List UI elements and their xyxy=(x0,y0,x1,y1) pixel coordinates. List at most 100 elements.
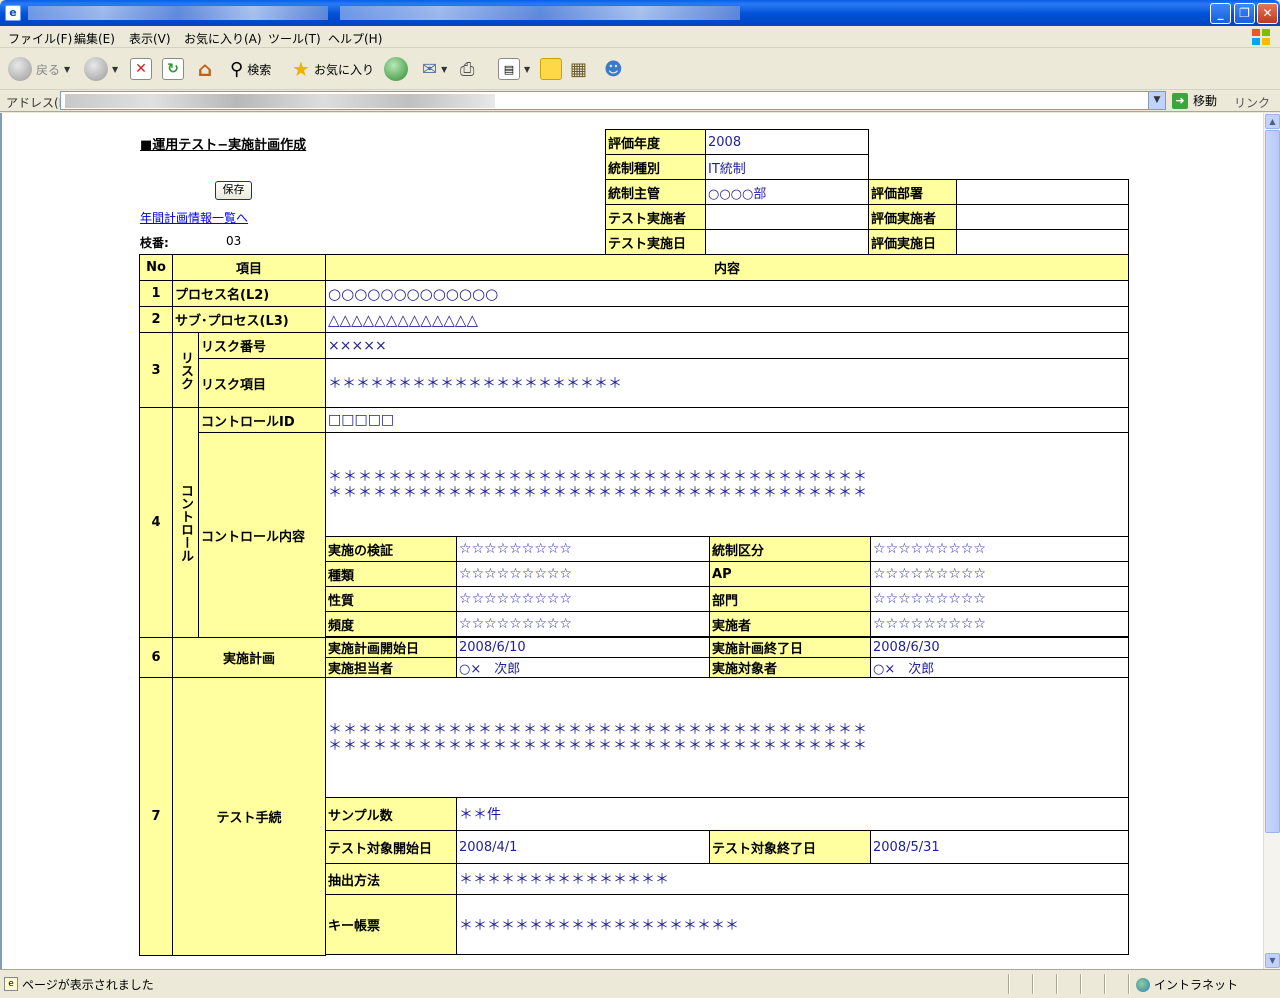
menu-view[interactable]: 表示(V) xyxy=(129,30,171,47)
edit-button[interactable]: ▤ ▼ xyxy=(498,56,530,82)
history-button[interactable] xyxy=(384,56,408,82)
test-procedure-label: テスト手続 xyxy=(171,677,327,956)
address-bar: アドレス(D) ▼ ➜ 移動 リンク » xyxy=(0,90,1280,125)
plan-target-label: 実施対象者 xyxy=(709,657,872,678)
search-icon: ⚲ xyxy=(230,58,244,80)
chevron-down-icon[interactable]: ▼ xyxy=(524,65,530,74)
risk-item-value: ＊＊＊＊＊＊＊＊＊＊＊＊＊＊＊＊＊＊＊＊＊ xyxy=(325,358,1130,408)
stop-button[interactable]: ✕ xyxy=(130,56,152,82)
messenger-button[interactable]: ☻ xyxy=(604,56,623,82)
row-no: 1 xyxy=(139,280,173,307)
status-bar: e ページが表示されました イントラネット xyxy=(0,969,1280,998)
frequency-value: ☆☆☆☆☆☆☆☆☆ xyxy=(456,611,711,637)
nature-label: 性質 xyxy=(325,586,458,612)
home-button[interactable]: ⌂ xyxy=(194,56,216,82)
plan-end-value: 2008/6/30 xyxy=(870,637,1130,658)
page-done-icon: e xyxy=(4,977,18,991)
key-doc-label: キー帳票 xyxy=(325,894,458,955)
year-value: 2008 xyxy=(705,129,869,155)
forward-arrow-icon xyxy=(84,57,108,81)
home-icon: ⌂ xyxy=(197,57,213,81)
subprocess-value: △△△△△△△△△△△△△ xyxy=(325,306,1130,333)
close-button[interactable]: ✕ xyxy=(1257,3,1278,24)
address-input[interactable]: ▼ xyxy=(60,91,1166,110)
menu-tools[interactable]: ツール(T) xyxy=(268,30,321,47)
header-no: No xyxy=(139,254,173,281)
extract-value: ＊＊＊＊＊＊＊＊＊＊＊＊＊＊＊ xyxy=(456,863,1130,895)
table-row: 1 プロセス名(L2) ○○○○○○○○○○○○○ xyxy=(139,280,1130,307)
page-viewport: ■運用テスト−実施計画作成 保存 年間計画情報一覧へ 枝番: 03 評価年度 2… xyxy=(0,113,1263,969)
history-icon xyxy=(384,57,408,81)
save-button[interactable]: 保存 xyxy=(215,181,252,200)
favorites-button[interactable]: ★ お気に入り xyxy=(292,56,374,82)
control-type-value: IT統制 xyxy=(705,154,869,180)
subprocess-label: サブ･プロセス(L3) xyxy=(171,306,327,333)
browser-window: e _ ❐ ✕ ファイル(F) 編集(E) 表示(V) お気に入り(A) ツール… xyxy=(0,0,1280,998)
key-doc-value: ＊＊＊＊＊＊＊＊＊＊＊＊＊＊＊＊＊＊＊＊ xyxy=(456,894,1130,955)
print-button[interactable]: ⎙ xyxy=(460,56,474,82)
menu-file[interactable]: ファイル(F) xyxy=(8,30,72,47)
vertical-scrollbar[interactable]: ▲ ▼ xyxy=(1263,113,1280,969)
plan-end-label: 実施計画終了日 xyxy=(709,637,872,658)
minimize-button[interactable]: _ xyxy=(1210,3,1231,24)
kind-value: ☆☆☆☆☆☆☆☆☆ xyxy=(456,561,711,587)
menu-bar: ファイル(F) 編集(E) 表示(V) お気に入り(A) ツール(T) ヘルプ(… xyxy=(0,26,1280,48)
annual-plan-link[interactable]: 年間計画情報一覧へ xyxy=(140,209,248,226)
test-end-value: 2008/5/31 xyxy=(870,830,1130,864)
table-row: 7 テスト手続 ＊＊＊＊＊＊＊＊＊＊＊＊＊＊＊＊＊＊＊＊＊＊＊＊＊＊＊＊＊＊＊＊… xyxy=(139,677,1130,956)
chevron-down-icon[interactable]: ▼ xyxy=(1148,92,1165,109)
plan-person-value: ○× 次郎 xyxy=(456,657,711,678)
table-row: 2 サブ･プロセス(L3) △△△△△△△△△△△△△ xyxy=(139,306,1130,333)
test-date-label: テスト実施日 xyxy=(605,229,706,255)
back-button[interactable]: 戻る ▼ xyxy=(8,56,70,82)
security-zone: イントラネット xyxy=(1136,976,1238,993)
page-title: ■運用テスト−実施計画作成 xyxy=(140,138,307,153)
note-icon xyxy=(540,58,562,80)
control-id-value: □□□□□ xyxy=(325,407,1130,433)
test-procedure-value: ＊＊＊＊＊＊＊＊＊＊＊＊＊＊＊＊＊＊＊＊＊＊＊＊＊＊＊＊＊＊＊＊＊＊＊＊ ＊＊＊… xyxy=(325,677,1130,798)
scroll-thumb[interactable] xyxy=(1265,130,1280,833)
scroll-down-icon[interactable]: ▼ xyxy=(1265,953,1280,968)
executor-value: ☆☆☆☆☆☆☆☆☆ xyxy=(870,611,1130,637)
row-no: 7 xyxy=(139,677,173,956)
frequency-label: 頻度 xyxy=(325,611,458,637)
refresh-button[interactable]: ↻ xyxy=(162,56,184,82)
sample-label: サンプル数 xyxy=(325,797,458,831)
eval-date-label: 評価実施日 xyxy=(868,229,957,255)
table-row: リスク項目 ＊＊＊＊＊＊＊＊＊＊＊＊＊＊＊＊＊＊＊＊＊ xyxy=(140,358,1130,408)
chevron-down-icon[interactable]: ▼ xyxy=(64,65,70,74)
blurred-url xyxy=(65,94,495,108)
go-arrow-icon: ➜ xyxy=(1172,92,1188,109)
discuss-button[interactable] xyxy=(540,56,562,82)
row-no: 6 xyxy=(139,637,173,678)
forward-button[interactable]: ▼ xyxy=(84,56,118,82)
tester-label: テスト実施者 xyxy=(605,204,706,230)
menu-edit[interactable]: 編集(E) xyxy=(74,30,115,47)
scroll-up-icon[interactable]: ▲ xyxy=(1265,114,1280,129)
kind-label: 種類 xyxy=(325,561,458,587)
windows-logo-icon xyxy=(1252,29,1270,45)
risk-item-label: リスク項目 xyxy=(197,358,327,408)
control-content-label: コントロール内容 xyxy=(197,432,327,638)
maximize-button[interactable]: ❐ xyxy=(1234,3,1255,24)
info-table: 評価年度 2008 統制種別 IT統制 統制主管 ○○○○部 評価部署 テスト実… xyxy=(605,129,1129,255)
chevron-down-icon[interactable]: ▼ xyxy=(441,65,447,74)
star-icon: ★ xyxy=(292,57,310,81)
ap-value: ☆☆☆☆☆☆☆☆☆ xyxy=(870,561,1130,587)
extract-label: 抽出方法 xyxy=(325,863,458,895)
refresh-icon: ↻ xyxy=(162,58,184,80)
eval-dept-value xyxy=(956,179,1129,205)
test-start-value: 2008/4/1 xyxy=(456,830,711,864)
search-button[interactable]: ⚲ 検索 xyxy=(230,56,271,82)
mail-button[interactable]: ✉ ▼ xyxy=(422,56,447,82)
go-button[interactable]: ➜ 移動 xyxy=(1172,92,1217,109)
year-label: 評価年度 xyxy=(605,129,706,155)
menu-favorites[interactable]: お気に入り(A) xyxy=(184,30,262,47)
sample-value: ＊＊件 xyxy=(456,797,1130,831)
research-button[interactable]: ▦ xyxy=(570,56,587,82)
chevron-down-icon[interactable]: ▼ xyxy=(112,65,118,74)
messenger-icon: ☻ xyxy=(604,58,623,80)
menu-help[interactable]: ヘルプ(H) xyxy=(328,30,382,47)
table-row: 6 実施計画 実施計画開始日 2008/6/10 実施計画終了日 2008/6/… xyxy=(139,637,1130,678)
test-end-label: テスト対象終了日 xyxy=(709,830,872,864)
